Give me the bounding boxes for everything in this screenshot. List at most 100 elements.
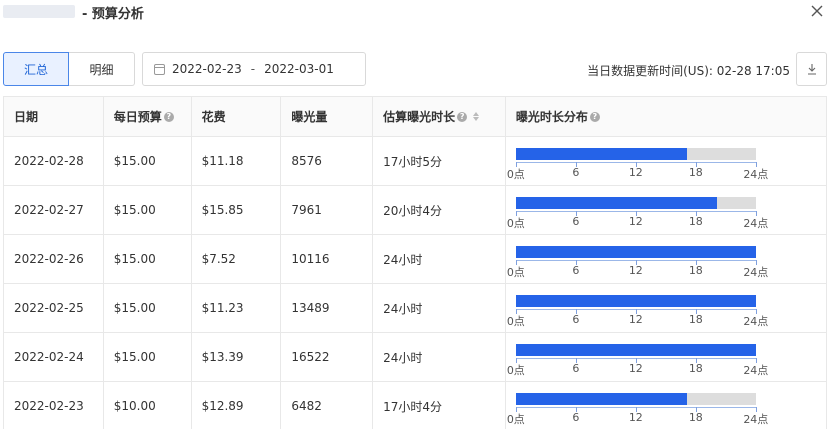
duration-cell: 24小时 [373, 235, 506, 283]
distribution-cell: 0点 6 12 18 24点 [506, 284, 826, 332]
exposure-distribution-bar: 0点 6 12 18 24点 [507, 340, 768, 377]
help-icon[interactable]: ? [589, 111, 600, 122]
bar-fill [515, 344, 756, 356]
budget-table: 日期 每日预算? 花费 曝光量 估算曝光时长? 曝光时长分布? 2022-02-… [3, 96, 827, 429]
impressions-cell: 10116 [281, 235, 374, 283]
col-spend: 花费 [192, 97, 282, 136]
distribution-cell: 0点 6 12 18 24点 [506, 186, 826, 234]
table-header-row: 日期 每日预算? 花费 曝光量 估算曝光时长? 曝光时长分布? [4, 97, 826, 137]
bar-fill [515, 148, 687, 160]
table-row: 2022-02-23 $10.00 $12.89 6482 17小时4分 0点 6 12 18 2… [4, 382, 826, 429]
bar-fill [515, 393, 687, 405]
table-row: 2022-02-24 $15.00 $13.39 16522 24小时 0点 6 12 18 24… [4, 333, 826, 382]
bar-track [515, 344, 756, 356]
date-cell: 2022-02-27 [4, 186, 104, 234]
table-row: 2022-02-27 $15.00 $15.85 7961 20小时4分 0点 6 12 18 2… [4, 186, 826, 235]
col-duration[interactable]: 估算曝光时长? [373, 97, 506, 136]
date-cell: 2022-02-28 [4, 137, 104, 185]
duration-cell: 20小时4分 [373, 186, 506, 234]
update-time-text: 当日数据更新时间(US): 02-28 17:05 [587, 64, 790, 78]
spend-cell: $11.23 [192, 284, 282, 332]
axis-tick-label: 6 [572, 264, 580, 277]
distribution-cell: 0点 6 12 18 24点 [506, 333, 826, 381]
close-icon[interactable] [808, 2, 826, 20]
bar-track [515, 246, 756, 258]
table-row: 2022-02-26 $15.00 $7.52 10116 24小时 0点 6 12 18 24点 [4, 235, 826, 284]
duration-cell: 17小时4分 [373, 382, 506, 429]
download-button[interactable] [796, 52, 827, 86]
col-impressions: 曝光量 [281, 97, 374, 136]
budget-cell: $15.00 [104, 137, 192, 185]
axis-tick-label: 12 [628, 264, 643, 277]
exposure-distribution-bar: 0点 6 12 18 24点 [507, 144, 768, 181]
spend-cell: $15.85 [192, 186, 282, 234]
bar-track [515, 148, 756, 160]
date-separator: - [250, 62, 256, 76]
axis-tick-label: 12 [628, 166, 643, 179]
axis-tick-label: 18 [688, 362, 703, 375]
axis-tick-label: 12 [628, 362, 643, 375]
dialog-header: - 预算分析 [0, 0, 830, 24]
axis-tick-label: 18 [688, 313, 703, 326]
col-budget: 每日预算? [104, 97, 192, 136]
spend-cell: $12.89 [192, 382, 282, 429]
exposure-distribution-bar: 0点 6 12 18 24点 [507, 389, 768, 426]
impressions-cell: 7961 [281, 186, 374, 234]
calendar-icon [154, 63, 165, 75]
axis-tick-label: 24点 [743, 168, 769, 181]
date-range-picker[interactable]: 2022-02-23 - 2022-03-01 [142, 52, 366, 86]
bar-fill [515, 197, 717, 209]
budget-cell: $15.00 [104, 186, 192, 234]
axis-tick-label: 18 [688, 166, 703, 179]
axis-tick-label: 12 [628, 313, 643, 326]
date-cell: 2022-02-25 [4, 284, 104, 332]
table-row: 2022-02-28 $15.00 $11.18 8576 17小时5分 0点 6 12 18 2… [4, 137, 826, 186]
axis-tick-label: 0点 [506, 217, 525, 230]
sort-icon[interactable] [473, 112, 480, 121]
redacted-account-name [3, 5, 75, 18]
impressions-cell: 16522 [281, 333, 374, 381]
budget-cell: $15.00 [104, 284, 192, 332]
axis-tick-label: 12 [628, 215, 643, 228]
help-icon[interactable]: ? [457, 111, 468, 122]
col-distribution: 曝光时长分布? [506, 97, 826, 136]
exposure-distribution-bar: 0点 6 12 18 24点 [507, 193, 768, 230]
tab-summary[interactable]: 汇总 [3, 52, 69, 86]
axis-tick-label: 6 [572, 166, 580, 179]
axis-tick-label: 18 [688, 215, 703, 228]
budget-cell: $15.00 [104, 333, 192, 381]
axis-tick-label: 0点 [506, 413, 525, 426]
duration-cell: 24小时 [373, 333, 506, 381]
bar-fill [515, 295, 756, 307]
axis-tick-label: 24点 [743, 266, 769, 279]
axis-tick-label: 0点 [506, 364, 525, 377]
tab-detail[interactable]: 明细 [69, 52, 135, 86]
axis-tick-label: 6 [572, 411, 580, 424]
impressions-cell: 6482 [281, 382, 374, 429]
axis-tick-label: 0点 [506, 315, 525, 328]
distribution-cell: 0点 6 12 18 24点 [506, 235, 826, 283]
col-date: 日期 [4, 97, 104, 136]
table-row: 2022-02-25 $15.00 $11.23 13489 24小时 0点 6 12 18 24… [4, 284, 826, 333]
axis-tick-label: 18 [688, 411, 703, 424]
date-cell: 2022-02-23 [4, 382, 104, 429]
duration-cell: 17小时5分 [373, 137, 506, 185]
axis-tick-label: 18 [688, 264, 703, 277]
bar-track [515, 295, 756, 307]
axis-tick-label: 24点 [743, 413, 769, 426]
date-cell: 2022-02-26 [4, 235, 104, 283]
impressions-cell: 13489 [281, 284, 374, 332]
axis-tick-label: 24点 [743, 217, 769, 230]
help-icon[interactable]: ? [163, 111, 174, 122]
download-icon [807, 64, 816, 75]
view-toggle: 汇总 明细 [3, 52, 135, 86]
spend-cell: $11.18 [192, 137, 282, 185]
spend-cell: $13.39 [192, 333, 282, 381]
date-start: 2022-02-23 [172, 62, 242, 76]
exposure-distribution-bar: 0点 6 12 18 24点 [507, 242, 768, 279]
axis-tick-label: 24点 [743, 364, 769, 377]
date-end: 2022-03-01 [264, 62, 334, 76]
exposure-distribution-bar: 0点 6 12 18 24点 [507, 291, 768, 328]
axis-tick-label: 12 [628, 411, 643, 424]
duration-cell: 24小时 [373, 284, 506, 332]
